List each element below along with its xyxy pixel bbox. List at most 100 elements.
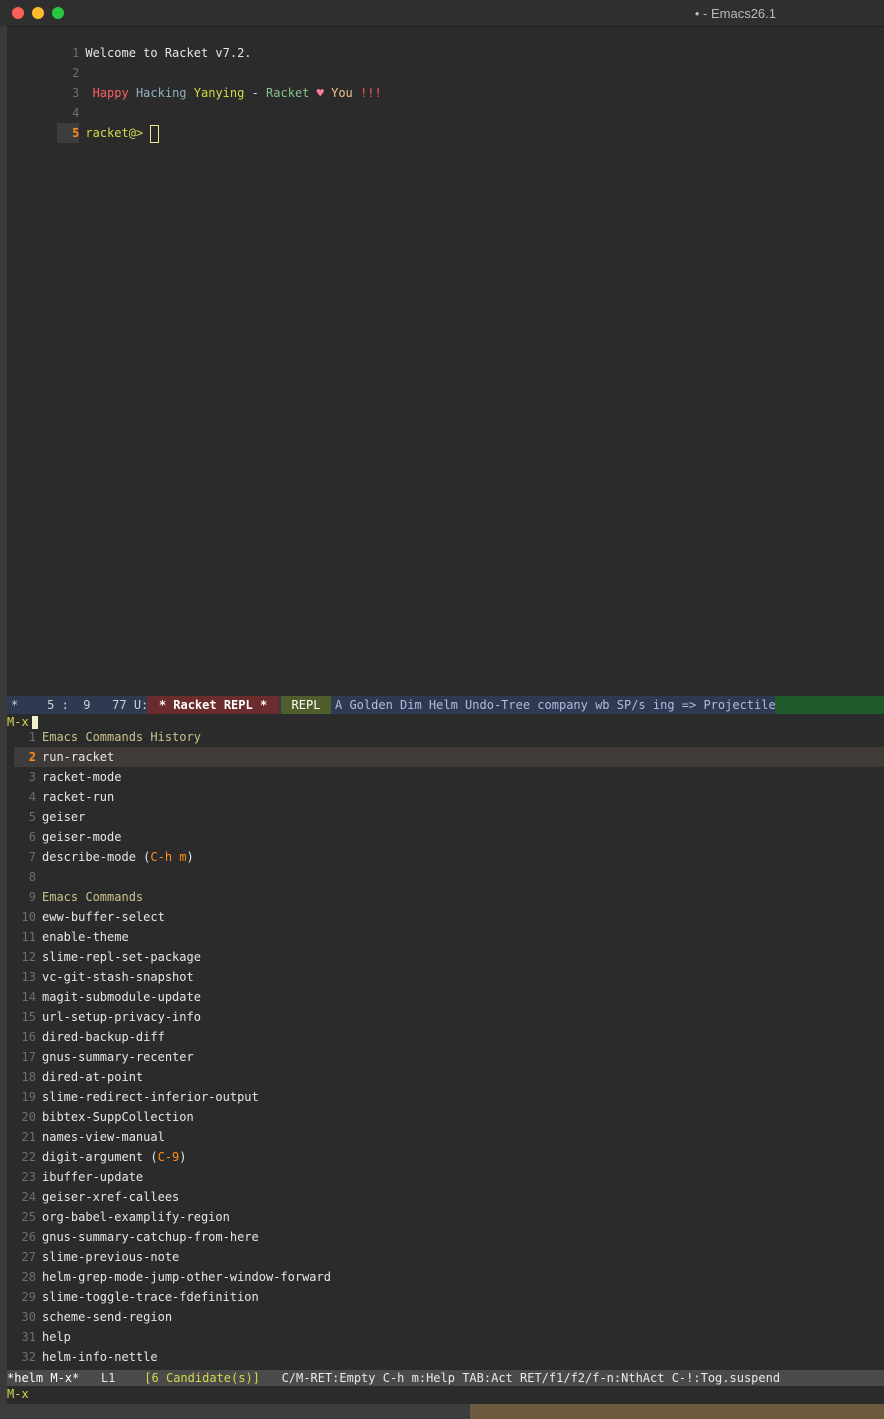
line-number: 16 bbox=[21, 1030, 36, 1044]
helm-candidate[interactable]: 22 digit-argument (C-9) bbox=[14, 1147, 884, 1167]
repl-prompt: racket@> bbox=[85, 126, 144, 140]
line-number: 14 bbox=[21, 990, 36, 1004]
line-number: 8 bbox=[28, 870, 36, 884]
line-number: 20 bbox=[21, 1110, 36, 1124]
line-number: 30 bbox=[21, 1310, 36, 1324]
line-number: 7 bbox=[28, 850, 36, 864]
maximize-window-button[interactable] bbox=[52, 7, 64, 19]
minibuffer-echo[interactable]: M-x bbox=[7, 1386, 29, 1402]
helm-candidate[interactable]: 24 geiser-xref-callees bbox=[14, 1187, 884, 1207]
helm-candidate[interactable]: 20 bibtex-SuppCollection bbox=[14, 1107, 884, 1127]
helm-candidate[interactable]: 3 racket-mode bbox=[14, 767, 884, 787]
line-number-current: 5 bbox=[57, 123, 80, 143]
mode-line-major-mode[interactable]: REPL bbox=[281, 696, 331, 714]
helm-candidate[interactable]: 4 racket-run bbox=[14, 787, 884, 807]
helm-candidate-label: url-setup-privacy-info bbox=[42, 1010, 201, 1024]
helm-header-label: Emacs Commands History bbox=[42, 730, 201, 744]
helm-candidate-label: geiser-xref-callees bbox=[42, 1190, 180, 1204]
line-number: 32 bbox=[21, 1350, 36, 1364]
helm-candidate[interactable]: 28 helm-grep-mode-jump-other-window-forwa… bbox=[14, 1267, 884, 1287]
line-number: 25 bbox=[21, 1210, 36, 1224]
helm-candidate[interactable]: 11 enable-theme bbox=[14, 927, 884, 947]
line-number: 1 bbox=[28, 730, 36, 744]
line-number: 28 bbox=[21, 1270, 36, 1284]
helm-candidate-label: run-racket bbox=[42, 750, 115, 764]
window-bottom-edge bbox=[0, 1404, 884, 1419]
helm-candidate-label: ibuffer-update bbox=[42, 1170, 144, 1184]
helm-candidate[interactable]: 31 help bbox=[14, 1327, 884, 1347]
line-number-current: 2 bbox=[14, 747, 36, 767]
mode-line-position: * 5 : 9 77 U: bbox=[11, 698, 149, 712]
window-title: • - Emacs26.1 bbox=[694, 6, 776, 21]
close-window-button[interactable] bbox=[12, 7, 24, 19]
helm-candidate-label: org-babel-examplify-region bbox=[42, 1210, 230, 1224]
helm-candidate-label: dired-at-point bbox=[42, 1070, 144, 1084]
text-cursor bbox=[150, 124, 160, 143]
helm-candidate[interactable]: 14 magit-submodule-update bbox=[14, 987, 884, 1007]
helm-candidate-label: slime-repl-set-package bbox=[42, 950, 201, 964]
helm-candidate-label: scheme-send-region bbox=[42, 1310, 173, 1324]
helm-candidate-label: help bbox=[42, 1330, 71, 1344]
helm-candidate[interactable]: 26 gnus-summary-catchup-from-here bbox=[14, 1227, 884, 1247]
repl-line: 3 Happy Hacking Yanying - Racket ♥ You !… bbox=[14, 63, 884, 100]
helm-candidate[interactable]: 23 ibuffer-update bbox=[14, 1167, 884, 1187]
helm-candidate-count: [6 Candidate(s)] bbox=[144, 1371, 260, 1385]
helm-candidate[interactable]: 27 slime-previous-note bbox=[14, 1247, 884, 1267]
helm-candidate[interactable]: 10 eww-buffer-select bbox=[14, 907, 884, 927]
repl-prompt-line[interactable]: 5 racket@> bbox=[14, 103, 884, 143]
line-number: 18 bbox=[21, 1070, 36, 1084]
helm-buffer-name: *helm M-x* bbox=[7, 1371, 80, 1385]
keybinding: C-h m bbox=[150, 850, 187, 864]
helm-candidate-label: slime-previous-note bbox=[42, 1250, 180, 1264]
mode-line: * 5 : 9 77 U: * Racket REPL * REPL A Gol… bbox=[7, 696, 884, 714]
helm-candidate[interactable]: 18 dired-at-point bbox=[14, 1067, 884, 1087]
helm-candidate[interactable]: 17 gnus-summary-recenter bbox=[14, 1047, 884, 1067]
helm-blank-row: 8 bbox=[14, 867, 884, 887]
helm-candidate[interactable]: 29 slime-toggle-trace-fdefinition bbox=[14, 1287, 884, 1307]
mode-line-filler bbox=[775, 696, 884, 714]
helm-candidate-label: digit-argument bbox=[42, 1150, 144, 1164]
line-number: 12 bbox=[21, 950, 36, 964]
helm-section-header: 9 Emacs Commands bbox=[14, 887, 884, 907]
helm-candidate[interactable]: 7 describe-mode (C-h m) bbox=[14, 847, 884, 867]
helm-candidate[interactable]: 21 names-view-manual bbox=[14, 1127, 884, 1147]
line-number: 17 bbox=[21, 1050, 36, 1064]
helm-candidate-label: slime-toggle-trace-fdefinition bbox=[42, 1290, 259, 1304]
repl-line: 4 bbox=[14, 83, 884, 120]
helm-candidate-label: names-view-manual bbox=[42, 1130, 165, 1144]
line-number: 4 bbox=[28, 790, 36, 804]
helm-candidate[interactable]: 30 scheme-send-region bbox=[14, 1307, 884, 1327]
helm-section-header: 1 Emacs Commands History bbox=[14, 727, 884, 747]
line-number: 13 bbox=[21, 970, 36, 984]
helm-candidate[interactable]: 32 helm-info-nettle bbox=[14, 1347, 884, 1367]
line-number: 19 bbox=[21, 1090, 36, 1104]
helm-candidate[interactable]: 6 geiser-mode bbox=[14, 827, 884, 847]
helm-candidate[interactable]: 12 slime-repl-set-package bbox=[14, 947, 884, 967]
line-number: 24 bbox=[21, 1190, 36, 1204]
helm-candidate[interactable]: 16 dired-backup-diff bbox=[14, 1027, 884, 1047]
helm-candidate[interactable]: 13 vc-git-stash-snapshot bbox=[14, 967, 884, 987]
helm-candidate[interactable]: 19 slime-redirect-inferior-output bbox=[14, 1087, 884, 1107]
line-number: 29 bbox=[21, 1290, 36, 1304]
minimize-window-button[interactable] bbox=[32, 7, 44, 19]
mode-line-minor-modes[interactable]: A Golden Dim Helm Undo-Tree company wb S… bbox=[335, 696, 776, 714]
helm-candidate-label: vc-git-stash-snapshot bbox=[42, 970, 194, 984]
helm-candidate[interactable]: 15 url-setup-privacy-info bbox=[14, 1007, 884, 1027]
line-number: 15 bbox=[21, 1010, 36, 1024]
helm-candidate-label: racket-run bbox=[42, 790, 115, 804]
helm-candidate[interactable]: 5 geiser bbox=[14, 807, 884, 827]
desktop-background bbox=[470, 1404, 884, 1419]
minibuffer-echo-text: M-x bbox=[7, 1387, 29, 1401]
mode-line-buffer-name[interactable]: * Racket REPL * bbox=[147, 696, 279, 714]
helm-candidate-label: slime-redirect-inferior-output bbox=[42, 1090, 259, 1104]
helm-candidate-label: helm-grep-mode-jump-other-window-forward bbox=[42, 1270, 331, 1284]
line-number: 5 bbox=[28, 810, 36, 824]
keybinding: C-9 bbox=[157, 1150, 180, 1164]
helm-candidate-label: gnus-summary-recenter bbox=[42, 1050, 194, 1064]
helm-candidate-selected[interactable]: 2 run-racket bbox=[14, 747, 884, 767]
line-number: 27 bbox=[21, 1250, 36, 1264]
helm-candidate-label: helm-info-nettle bbox=[42, 1350, 158, 1364]
helm-candidate[interactable]: 25 org-babel-examplify-region bbox=[14, 1207, 884, 1227]
window-left-edge bbox=[0, 26, 7, 1419]
line-number: 11 bbox=[21, 930, 36, 944]
